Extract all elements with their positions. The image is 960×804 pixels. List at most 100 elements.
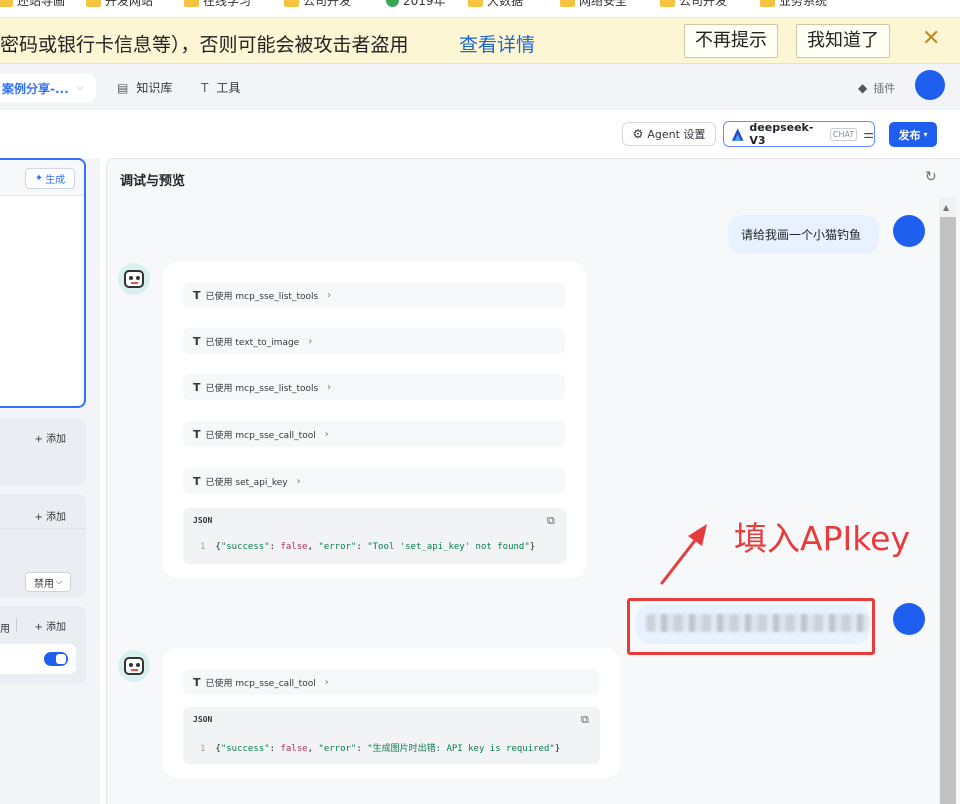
enable-toggle[interactable] [44, 652, 68, 666]
bookmark-item[interactable]: 业务系统 [760, 0, 827, 9]
scrollbar-thumb[interactable] [940, 217, 956, 804]
agent-settings-button[interactable]: ⚙ Agent 设置 [622, 122, 716, 146]
dont-show-again-button[interactable]: 不再提示 [684, 24, 778, 58]
json-label: JSON [193, 715, 213, 724]
copy-icon[interactable]: ⧉ [547, 514, 555, 528]
tool-call-label: 已使用 mcp_sse_call_tool [205, 678, 316, 689]
section-label: 用 [0, 624, 10, 635]
nav-knowledge-base[interactable]: ▤ 知识库 [117, 79, 172, 96]
app-header: 案例分享-... ⌵ ▤ 知识库 T 工具 ◆ 插件 [0, 64, 960, 110]
folder-icon [86, 0, 101, 7]
tool-call-label: 已使用 mcp_sse_call_tool [205, 430, 316, 441]
tool-call-label: 已使用 set_api_key [205, 477, 288, 488]
close-icon[interactable]: ✕ [922, 28, 940, 50]
chevron-down-icon: ▾ [923, 130, 928, 139]
bot-toolbar: ⚙ Agent 设置 deepseek-V3 CHAT ⚌ 发布 ▾ [0, 110, 960, 158]
prompt-editor[interactable]: ✦ 生成 [0, 158, 86, 408]
nav-label: 知识库 [136, 81, 173, 95]
copy-icon[interactable]: ⧉ [581, 713, 589, 727]
folder-icon [760, 0, 775, 7]
generate-button[interactable]: ✦ 生成 [25, 168, 75, 189]
divider [16, 618, 17, 632]
tool-call-row[interactable]: T 已使用 mcp_sse_list_tools › [183, 282, 565, 308]
deepseek-logo-icon [731, 128, 744, 141]
bookmark-item[interactable]: 公司开发 [660, 0, 727, 9]
bookmark-item[interactable]: 2019年 [386, 0, 446, 9]
disable-label: 禁用 [33, 578, 54, 590]
tool-call-label: 已使用 mcp_sse_list_tools [205, 291, 319, 302]
nav-tools[interactable]: T 工具 [201, 79, 240, 96]
tool-call-row[interactable]: T 已使用 mcp_sse_list_tools › [183, 374, 565, 400]
user-avatar[interactable] [915, 70, 945, 100]
json-label: JSON [193, 516, 213, 525]
hammer-icon: T [193, 380, 201, 394]
user-avatar [893, 603, 925, 635]
bot-message: T 已使用 mcp_sse_call_tool › JSON ⧉ 1 {"succ… [163, 648, 620, 778]
folder-icon [0, 0, 13, 7]
bookmark-item[interactable]: 公司开发 [284, 0, 351, 9]
bookmark-item[interactable]: 还站导画 [0, 0, 65, 9]
bookmark-item[interactable]: 在线学习 [184, 0, 251, 9]
folder-icon [184, 0, 199, 7]
disable-select[interactable]: 禁用 ⌵ [25, 572, 71, 592]
divider [0, 528, 86, 529]
generate-label: 生成 [45, 175, 66, 186]
chevron-right-icon: › [327, 381, 332, 393]
folder-icon [560, 0, 575, 7]
model-name: deepseek-V3 [749, 121, 814, 147]
tool-call-row[interactable]: T 已使用 mcp_sse_call_tool › [183, 421, 565, 447]
agent-settings-label: Agent 设置 [647, 128, 706, 141]
folder-icon [468, 0, 483, 7]
tool-call-row[interactable]: T 已使用 mcp_sse_call_tool › [183, 669, 599, 695]
hammer-icon: T [193, 474, 201, 488]
project-selector[interactable]: 案例分享-... ⌵ [0, 74, 96, 102]
hammer-icon: T [193, 288, 201, 302]
refresh-icon[interactable]: ↻ [925, 169, 937, 185]
got-it-button[interactable]: 我知道了 [796, 24, 890, 58]
bookmark-item[interactable]: 大数据 [468, 0, 523, 9]
model-badge: CHAT [829, 127, 858, 141]
sparkle-icon: ✦ [34, 173, 44, 184]
add-button[interactable]: + 添加 [34, 508, 66, 523]
cube-icon: ◆ [858, 81, 868, 95]
user-avatar [893, 215, 925, 247]
add-button[interactable]: + 添加 [34, 618, 66, 633]
hammer-icon: T [193, 427, 201, 441]
tool-call-row[interactable]: T 已使用 set_api_key › [183, 468, 565, 494]
model-selector[interactable]: deepseek-V3 CHAT ⚌ [723, 121, 875, 147]
preview-title: 调试与预览 [120, 174, 186, 189]
hammer-icon: T [201, 80, 209, 95]
gear-icon: ⚙ [632, 127, 644, 141]
json-code-line: 1 {"success": false, "error": "生成图片时出错: A… [200, 744, 561, 754]
folder-icon [660, 0, 675, 7]
hammer-icon: T [193, 675, 201, 689]
sliders-icon: ⚌ [863, 127, 874, 141]
config-section: 用 + 添加 [0, 606, 86, 684]
security-warning-bar: 密码或银行卡信息等），否则可能会被攻击者盗用 查看详情 不再提示 我知道了 ✕ [0, 18, 960, 64]
config-item [0, 644, 76, 674]
publish-label: 发布 [898, 128, 921, 142]
chevron-down-icon: ⌵ [55, 577, 63, 586]
left-config-panel: ✦ 生成 + 添加 + 添加 禁用 ⌵ 用 + 添加 [0, 158, 100, 804]
chevron-down-icon: ⌵ [76, 83, 84, 93]
robot-icon [124, 657, 144, 675]
bot-avatar [118, 650, 150, 682]
user-message-text: 请给我画一个小猫钓鱼 [741, 228, 862, 242]
bookmark-item[interactable]: 网络安全 [560, 0, 627, 9]
add-button[interactable]: + 添加 [34, 430, 66, 445]
chevron-right-icon: › [296, 475, 301, 487]
book-icon: ▤ [117, 80, 129, 95]
json-code-block: JSON ⧉ 1 {"success": false, "error": "Too… [183, 508, 567, 564]
plugin-button[interactable]: ◆ 插件 [858, 80, 895, 96]
bookmark-item[interactable]: 开发网站 [86, 0, 153, 9]
tool-call-label: 已使用 mcp_sse_list_tools [205, 383, 319, 394]
prompt-editor-header: ✦ 生成 [0, 160, 84, 196]
publish-button[interactable]: 发布 ▾ [889, 122, 937, 147]
scrollbar[interactable]: ▲ [939, 197, 956, 804]
tool-call-row[interactable]: T 已使用 text_to_image › [183, 328, 565, 354]
chevron-right-icon: › [308, 335, 313, 347]
robot-icon [124, 270, 144, 288]
scroll-up-arrow-icon[interactable]: ▲ [943, 203, 949, 212]
warning-details-link[interactable]: 查看详情 [459, 30, 535, 57]
globe-icon [386, 0, 399, 7]
